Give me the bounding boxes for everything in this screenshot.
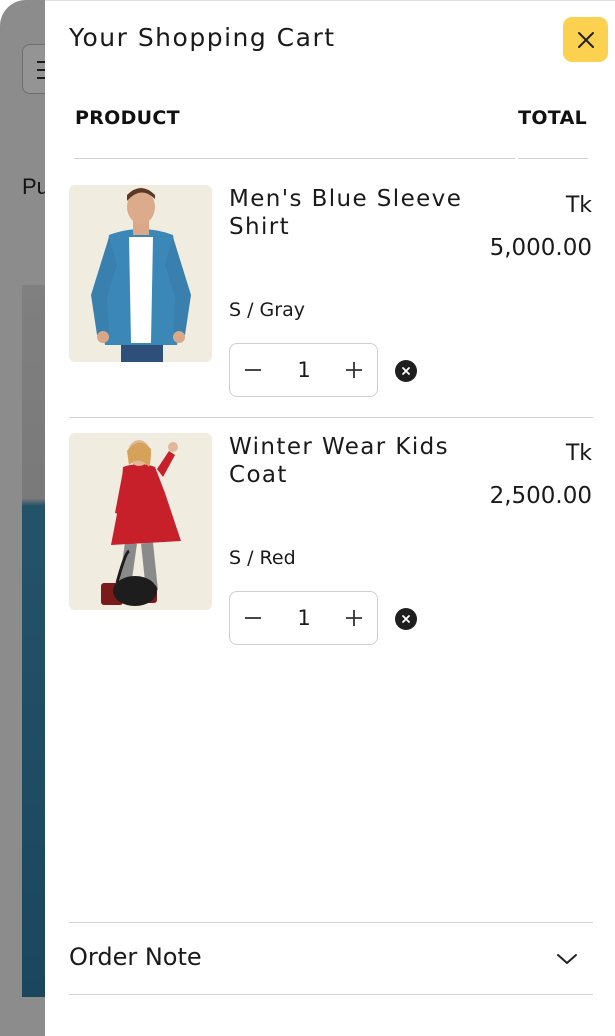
product-name[interactable]: Winter Wear Kids Coat	[229, 433, 479, 489]
decrease-quantity-button[interactable]	[230, 344, 276, 396]
header-divider	[518, 158, 588, 159]
decrease-quantity-button[interactable]	[230, 592, 276, 644]
close-icon	[577, 31, 594, 48]
coat-product-illustration	[69, 433, 212, 610]
product-variant: S / Gray	[229, 299, 305, 321]
quantity-stepper: 1	[229, 591, 378, 645]
remove-icon	[402, 615, 410, 623]
minus-icon	[245, 617, 261, 619]
product-name[interactable]: Men's Blue Sleeve Shirt	[229, 185, 479, 241]
close-button[interactable]	[563, 17, 608, 62]
increase-quantity-button[interactable]	[331, 344, 377, 396]
remove-item-button[interactable]	[395, 360, 417, 382]
quantity-input[interactable]: 1	[280, 592, 328, 644]
total-column-header: TOTAL	[518, 107, 587, 129]
plus-icon	[346, 362, 362, 378]
item-divider	[69, 417, 593, 418]
cart-title: Your Shopping Cart	[69, 23, 336, 52]
product-column-header: PRODUCT	[75, 107, 180, 129]
order-note-label: Order Note	[69, 943, 202, 971]
product-image[interactable]	[69, 433, 212, 610]
plus-icon	[346, 610, 362, 626]
product-image[interactable]	[69, 185, 212, 362]
cart-drawer: Your Shopping Cart PRODUCT TOTAL Men's B…	[45, 0, 615, 1036]
order-note-toggle[interactable]: Order Note	[69, 923, 593, 993]
divider	[69, 994, 593, 995]
quantity-input[interactable]: 1	[280, 344, 328, 396]
remove-item-button[interactable]	[395, 608, 417, 630]
shirt-product-illustration	[69, 185, 212, 362]
item-price: 5,000.00	[489, 235, 592, 261]
price-currency: Tk	[565, 441, 592, 466]
cart-item: Winter Wear Kids Coat Tk 2,500.00 S / Re…	[69, 433, 594, 665]
remove-icon	[402, 367, 410, 375]
header-divider	[74, 158, 515, 159]
product-variant: S / Red	[229, 547, 296, 569]
quantity-stepper: 1	[229, 343, 378, 397]
increase-quantity-button[interactable]	[331, 592, 377, 644]
cart-item: Men's Blue Sleeve Shirt Tk 5,000.00 S / …	[69, 185, 594, 417]
minus-icon	[245, 369, 261, 371]
item-price: 2,500.00	[489, 483, 592, 509]
price-currency: Tk	[565, 193, 592, 218]
chevron-down-icon	[557, 954, 577, 964]
